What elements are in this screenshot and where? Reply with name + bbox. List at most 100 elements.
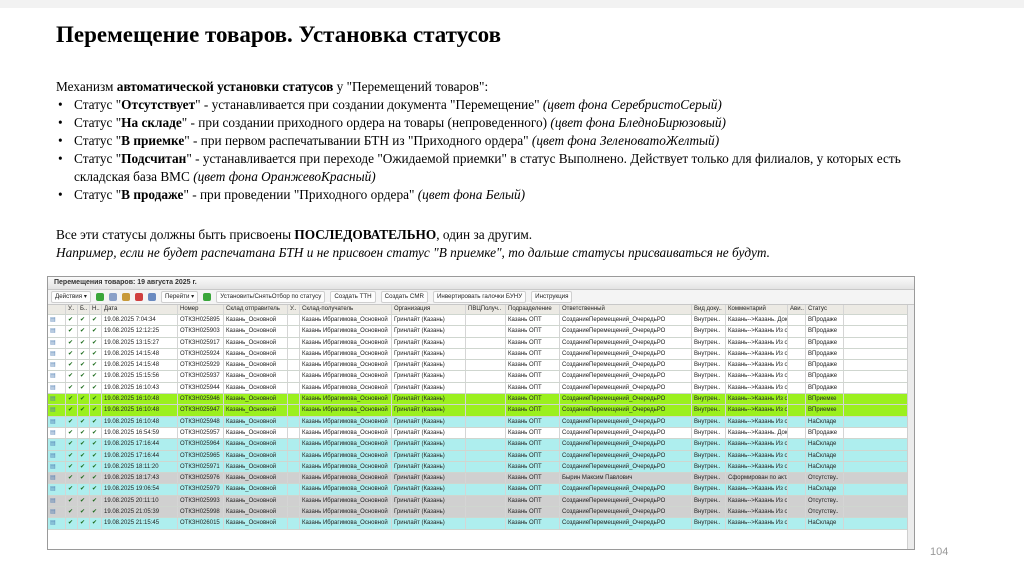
table-cell: ОТКЗН025917 xyxy=(178,337,224,348)
edit-icon[interactable] xyxy=(121,293,130,301)
table-cell xyxy=(466,405,506,416)
table-cell xyxy=(288,507,300,518)
document-icon: ▤ xyxy=(48,461,66,473)
table-row[interactable]: ▤ ✔ ✔ ✔ 19.08.2025 16:10:43 ОТКЗН025944 Казань… xyxy=(48,382,908,395)
table-row[interactable]: ▤ ✔ ✔ ✔ 19.08.2025 14:15:48 ОТКЗН025924 Казань… xyxy=(48,348,908,361)
table-cell: Казань ОПТ xyxy=(506,450,560,461)
check-icon: ✔ xyxy=(78,360,90,371)
table-cell xyxy=(788,507,806,518)
column-header[interactable] xyxy=(48,305,66,314)
table-cell: Казань ОПТ xyxy=(506,394,560,405)
column-header[interactable]: Организация xyxy=(392,305,466,314)
table-row[interactable]: ▤ ✔ ✔ ✔ 19.08.2025 20:11:10 ОТКЗН025993 Казань… xyxy=(48,495,908,508)
table-cell: Казань_Основной xyxy=(224,371,288,382)
table-cell: ОТКЗН025947 xyxy=(178,405,224,416)
refresh-icon[interactable] xyxy=(203,293,212,301)
status-filter-button[interactable]: Установить/СнятьОтбор по статусу xyxy=(216,291,326,303)
actions-menu-button[interactable]: Действия ▾ xyxy=(51,291,91,303)
table-cell: Казань Ибрагимова_Основной xyxy=(300,427,392,439)
table-cell: ОТКЗН026015 xyxy=(178,518,224,529)
table-cell: Казань Ибрагимова_Основной xyxy=(300,337,392,348)
table-cell: ВПродаже xyxy=(806,326,844,337)
table-row[interactable]: ▤ ✔ ✔ ✔ 19.08.2025 16:10:48 ОТКЗН025948 Казань… xyxy=(48,416,908,428)
table-cell: Гринлайт (Казань) xyxy=(392,405,466,416)
table-cell: Казань ОПТ xyxy=(506,495,560,507)
column-header[interactable]: Статус xyxy=(806,305,844,314)
table-cell: ОТКЗН025965 xyxy=(178,450,224,461)
invert-checks-button[interactable]: Инвертировать галочки БУНУ xyxy=(432,291,527,303)
table-cell: 19.08.2025 16:10:48 xyxy=(102,394,178,405)
table-cell xyxy=(466,427,506,439)
column-header[interactable]: У.. xyxy=(66,305,78,314)
table-row[interactable]: ▤ ✔ ✔ ✔ 19.08.2025 21:15:45 ОТКЗН026015 Казань… xyxy=(48,518,908,530)
document-icon: ▤ xyxy=(48,495,66,507)
table-row[interactable]: ▤ ✔ ✔ ✔ 19.08.2025 18:17:43 ОТКЗН025976 Казань… xyxy=(48,473,908,485)
table-cell: Казань_Основной xyxy=(224,337,288,348)
table-row[interactable]: ▤ ✔ ✔ ✔ 19.08.2025 12:12:25 ОТКЗН025903 Казань… xyxy=(48,326,908,338)
column-header[interactable]: Склад-получатель xyxy=(300,305,392,314)
instruction-button[interactable]: Инструкция xyxy=(531,291,573,303)
table-cell: СозданиеПеремещений_ОчередьРО xyxy=(560,394,692,405)
document-icon: ▤ xyxy=(48,360,66,371)
table-cell: Гринлайт (Казань) xyxy=(392,450,466,461)
table-cell: Казань-->Казань Из о.. xyxy=(726,337,788,348)
table-row[interactable]: ▤ ✔ ✔ ✔ 19.08.2025 13:15:27 ОТКЗН025917 Казань… xyxy=(48,337,908,349)
column-header[interactable]: Ави.. xyxy=(788,305,806,314)
table-row[interactable]: ▤ ✔ ✔ ✔ 19.08.2025 19:06:54 ОТКЗН025979 Казань… xyxy=(48,484,908,496)
table-cell: Казань Ибрагимова_Основной xyxy=(300,461,392,473)
filter-icon[interactable] xyxy=(147,293,156,301)
column-header[interactable]: Б.. xyxy=(78,305,90,314)
check-icon: ✔ xyxy=(90,495,102,507)
table-cell: 19.08.2025 14:15:48 xyxy=(102,348,178,360)
check-icon: ✔ xyxy=(66,473,78,484)
table-cell xyxy=(466,371,506,382)
column-header[interactable]: Ответственный xyxy=(560,305,692,314)
delete-icon[interactable] xyxy=(134,293,143,301)
check-icon: ✔ xyxy=(66,394,78,405)
table-row[interactable]: ▤ ✔ ✔ ✔ 19.08.2025 7:04:34 ОТКЗН025895 Казань_… xyxy=(48,315,908,327)
table-row[interactable]: ▤ ✔ ✔ ✔ 19.08.2025 14:15:48 ОТКЗН025929 Казань… xyxy=(48,360,908,372)
check-icon: ✔ xyxy=(66,427,78,439)
table-cell xyxy=(788,427,806,439)
table-cell xyxy=(788,439,806,450)
column-header[interactable]: ПВЦПолуч.. xyxy=(466,305,506,314)
table-cell xyxy=(788,394,806,405)
table-row[interactable]: ▤ ✔ ✔ ✔ 19.08.2025 21:05:39 ОТКЗН025998 Казань… xyxy=(48,507,908,519)
add-icon[interactable] xyxy=(95,293,104,301)
table-row[interactable]: ▤ ✔ ✔ ✔ 19.08.2025 18:11:20 ОТКЗН025971 Казань… xyxy=(48,461,908,474)
column-header[interactable]: Вид доку.. xyxy=(692,305,726,314)
table-row[interactable]: ▤ ✔ ✔ ✔ 19.08.2025 17:16:44 ОТКЗН025965 Казань… xyxy=(48,450,908,462)
check-icon: ✔ xyxy=(66,484,78,495)
column-header[interactable]: Дата xyxy=(102,305,178,314)
column-header[interactable]: Склад отправитель xyxy=(224,305,288,314)
create-ttn-button[interactable]: Создать ТТН xyxy=(330,291,376,303)
column-header[interactable]: Номер xyxy=(178,305,224,314)
column-header[interactable]: Комментарий xyxy=(726,305,788,314)
column-header[interactable]: Н.. xyxy=(90,305,102,314)
column-header[interactable]: У.. xyxy=(288,305,300,314)
check-icon: ✔ xyxy=(90,326,102,337)
table-cell: Казань-->Казань. Док.. xyxy=(726,315,788,326)
table-cell: Внутрен.. xyxy=(692,382,726,394)
check-icon: ✔ xyxy=(78,461,90,473)
table-row[interactable]: ▤ ✔ ✔ ✔ 19.08.2025 16:54:59 ОТКЗН025957 Казань… xyxy=(48,427,908,440)
table-row[interactable]: ▤ ✔ ✔ ✔ 19.08.2025 17:16:44 ОТКЗН025964 Казань… xyxy=(48,439,908,451)
table-cell: 19.08.2025 21:15:45 xyxy=(102,518,178,529)
table-row[interactable]: ▤ ✔ ✔ ✔ 19.08.2025 15:15:56 ОТКЗН025937 Казань… xyxy=(48,371,908,383)
table-cell: ВПродаже xyxy=(806,371,844,382)
vertical-scrollbar[interactable] xyxy=(907,305,914,549)
copy-icon[interactable] xyxy=(108,293,117,301)
table-cell: Казань Ибрагимова_Основной xyxy=(300,315,392,326)
table-cell: 19.08.2025 13:15:27 xyxy=(102,337,178,348)
table-row[interactable]: ▤ ✔ ✔ ✔ 19.08.2025 16:10:48 ОТКЗН025946 Казань… xyxy=(48,394,908,406)
goto-menu-button[interactable]: Перейти ▾ xyxy=(160,291,199,303)
table-cell: Казань_Основной xyxy=(224,439,288,450)
create-cmr-button[interactable]: Создать CMR xyxy=(380,291,428,303)
table-row[interactable]: ▤ ✔ ✔ ✔ 19.08.2025 16:10:48 ОТКЗН025947 Казань… xyxy=(48,405,908,417)
table-cell: СозданиеПеремещений_ОчередьРО xyxy=(560,518,692,529)
column-header[interactable]: Подразделение xyxy=(506,305,560,314)
table-cell: 19.08.2025 12:12:25 xyxy=(102,326,178,337)
table-cell xyxy=(288,360,300,371)
table-cell: 19.08.2025 15:15:56 xyxy=(102,371,178,382)
check-icon: ✔ xyxy=(78,439,90,450)
